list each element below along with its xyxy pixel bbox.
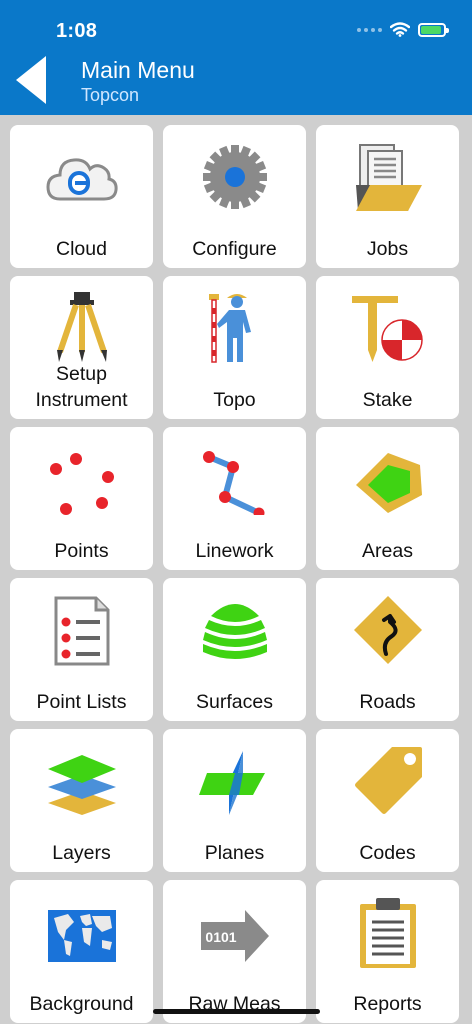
tile-label: Setup Instrument [35,363,128,411]
tile-label: Point Lists [36,691,127,713]
tile-roads[interactable]: Roads [316,578,459,721]
tile-background[interactable]: Background [10,880,153,1023]
tile-areas[interactable]: Areas [316,427,459,570]
tile-surfaces[interactable]: Surfaces [163,578,306,721]
winding-road-sign-icon [354,596,422,664]
gear-icon [203,145,267,209]
linework-icon [203,451,265,515]
wifi-icon [390,22,410,37]
page-title: Main Menu [81,57,195,83]
main-menu-grid: Cloud Configure Jobs Setup Instrument To… [0,115,472,1024]
tripod-icon [57,292,107,362]
status-time: 1:08 [56,20,98,42]
tile-stake[interactable]: Stake [316,276,459,419]
tile-label: Configure [192,238,277,260]
tile-label: Surfaces [196,691,273,713]
tile-point-lists[interactable]: Point Lists [10,578,153,721]
home-indicator[interactable] [153,1009,320,1014]
tile-label: Linework [195,540,274,562]
icon-text: 0101 [205,929,236,945]
tile-linework[interactable]: Linework [163,427,306,570]
planes-icon [199,751,265,815]
tile-codes[interactable]: Codes [316,729,459,872]
point-list-icon [54,596,110,666]
tile-label: Areas [362,540,413,562]
world-map-icon [48,910,116,962]
tile-planes[interactable]: Planes [163,729,306,872]
tile-label: Codes [359,842,416,864]
tile-label: Cloud [56,238,107,260]
tile-label: Background [29,993,134,1015]
layers-icon [48,755,116,815]
tile-cloud[interactable]: Cloud [10,125,153,268]
tile-topo[interactable]: Topo [163,276,306,419]
tile-jobs[interactable]: Jobs [316,125,459,268]
tile-configure[interactable]: Configure [163,125,306,268]
tile-raw-meas[interactable]: 0101 Raw Meas [163,880,306,1023]
surveyor-icon [209,294,251,363]
tile-label: Roads [359,691,416,713]
tile-setup-instrument[interactable]: Setup Instrument [10,276,153,419]
tile-reports[interactable]: Reports [316,880,459,1023]
tile-label: Points [54,540,109,562]
nav-header: 1:08 Main Menu Topcon [0,0,472,115]
tile-points[interactable]: Points [10,427,153,570]
raw-data-arrow-icon: 0101 [201,910,269,962]
tile-label: Stake [362,389,413,411]
tile-label: Topo [213,389,256,411]
tile-label: Planes [204,842,265,864]
stake-icon [352,296,423,362]
back-button[interactable] [14,56,50,104]
status-icons [357,22,449,37]
battery-icon [418,22,449,37]
tag-icon [355,747,422,814]
tile-layers[interactable]: Layers [10,729,153,872]
area-polygon-icon [356,453,422,513]
cellular-signal-icon [357,27,382,32]
points-icon [50,453,114,515]
cloud-icon [46,158,118,201]
page-subtitle: Topcon [81,85,140,105]
surface-icon [203,604,267,659]
folder-icon [356,144,422,211]
tile-label: Layers [52,842,111,864]
tile-label: Jobs [366,238,409,260]
clipboard-icon [360,898,416,968]
back-arrow-icon [16,56,46,104]
tile-label: Reports [353,993,422,1015]
